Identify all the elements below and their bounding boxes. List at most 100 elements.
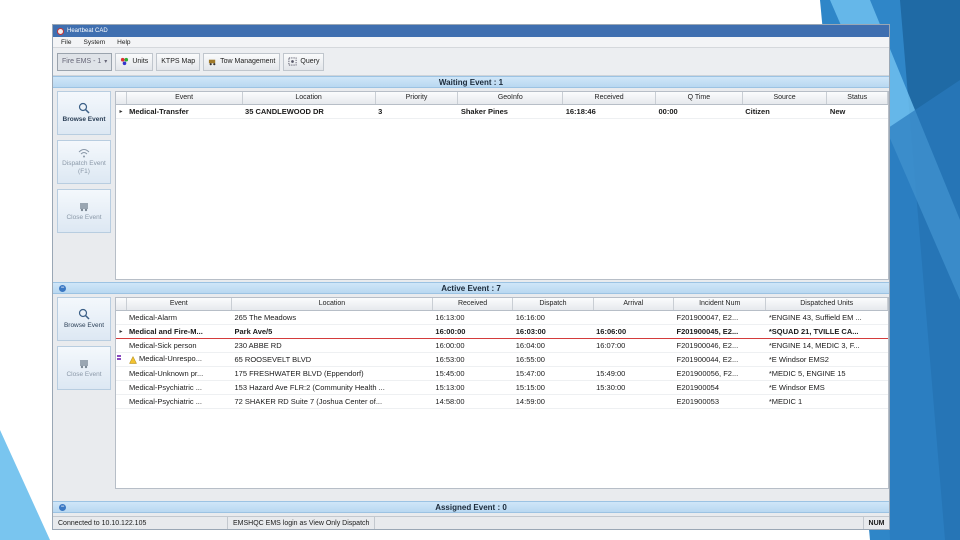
cad-window: Heartbeat CAD File System Help Fire EMS … [52, 24, 890, 530]
waiting-event-panel: Browse Event Dispatch Event (F1) Close E… [53, 88, 889, 280]
cell-status: New [826, 104, 888, 119]
col-priority[interactable]: Priority [375, 92, 459, 105]
browse-event-label: Browse Event [62, 116, 106, 123]
cell-received: 15:45:00 [432, 366, 513, 381]
active-close-event-button[interactable]: Close Event [57, 346, 111, 390]
cell-received: 16:18:46 [562, 104, 656, 119]
chevron-down-icon: ▾ [104, 59, 108, 65]
tow-management-label: Tow Management [220, 58, 276, 65]
cell-location: 230 ABBE RD [231, 338, 433, 353]
cell-event: Medical and Fire-M... [126, 323, 232, 339]
title-bar: Heartbeat CAD [53, 25, 889, 37]
menu-help[interactable]: Help [117, 39, 130, 46]
cell-arrival: 16:06:00 [593, 323, 674, 339]
map-button[interactable]: KTPS Map [156, 52, 201, 71]
dispatch-event-button[interactable]: Dispatch Event (F1) [57, 140, 111, 184]
table-row[interactable]: Medical-Psychiatric ... 153 Hazard Ave F… [116, 380, 888, 395]
units-icon [121, 57, 129, 66]
waiting-event-table: Event Location Priority GeoInfo Received… [115, 91, 889, 280]
cell-received: 16:53:00 [432, 352, 513, 367]
active-event-table: Event Location Received Dispatch Arrival… [115, 297, 889, 489]
table-row[interactable]: Medical-Alarm 265 The Meadows 16:13:00 1… [116, 310, 888, 325]
cell-units: *ENGINE 43, Suffield EM ... [765, 310, 888, 325]
cell-incident: E201900054 [673, 380, 766, 395]
query-button[interactable]: Query [283, 52, 325, 71]
cell-units: *E Windsor EMS [765, 380, 888, 395]
col-location[interactable]: Location [231, 298, 433, 311]
col-dispatched-units[interactable]: Dispatched Units [765, 298, 888, 311]
browse-event-button[interactable]: Browse Event [57, 91, 111, 135]
active-side-buttons: Browse Event Close Event [53, 294, 115, 489]
cell-arrival: 15:30:00 [593, 380, 674, 395]
cell-units: *E Windsor EMS2 [765, 352, 888, 367]
menu-system[interactable]: System [83, 39, 105, 46]
cell-dispatch: 15:47:00 [512, 366, 594, 381]
cell-dispatch: 15:15:00 [512, 380, 594, 395]
magnifier-icon [78, 308, 90, 320]
col-qtime[interactable]: Q Time [655, 92, 743, 105]
col-dispatch[interactable]: Dispatch [512, 298, 594, 311]
active-event-header: − Active Event : 7 [53, 282, 889, 294]
active-event-title: Active Event : 7 [441, 283, 501, 293]
tow-truck-icon [209, 59, 216, 66]
app-icon [57, 27, 64, 35]
close-event-label: Close Event [66, 214, 102, 221]
cell-location: 153 Hazard Ave FLR:2 (Community Health .… [231, 380, 433, 395]
cell-event: Medical-Psychiatric ... [126, 394, 232, 409]
col-event[interactable]: Event [126, 92, 243, 105]
cell-units: *ENGINE 14, MEDIC 3, F... [765, 338, 888, 353]
connection-status: Connected to 10.10.122.105 [53, 517, 228, 529]
cell-arrival: 16:07:00 [593, 338, 674, 353]
col-geoinfo[interactable]: GeoInfo [457, 92, 564, 105]
map-label: KTPS Map [161, 58, 196, 65]
table-row[interactable]: Medical-Psychiatric ... 72 SHAKER RD Sui… [116, 394, 888, 409]
col-source[interactable]: Source [742, 92, 828, 105]
close-event-button[interactable]: Close Event [57, 189, 111, 233]
slide: Heartbeat CAD File System Help Fire EMS … [0, 0, 960, 540]
status-bar: Connected to 10.10.122.105 EMSHQC EMS lo… [53, 516, 889, 529]
cell-location: 175 FRESHWATER BLVD (Eppendorf) [231, 366, 433, 381]
cell-geoinfo: Shaker Pines [457, 104, 563, 119]
cell-qtime: 00:00 [655, 104, 743, 119]
units-button[interactable]: Units [115, 52, 154, 71]
cell-received: 14:58:00 [432, 394, 513, 409]
menu-file[interactable]: File [61, 39, 71, 46]
col-status[interactable]: Status [826, 92, 888, 105]
agency-select[interactable]: Fire EMS - 1 ▾ [57, 52, 113, 71]
col-received[interactable]: Received [432, 298, 514, 311]
cell-received: 16:00:00 [432, 338, 513, 353]
active-browse-event-button[interactable]: Browse Event [57, 297, 111, 341]
window-title: Heartbeat CAD [67, 28, 108, 34]
cell-arrival [593, 394, 674, 409]
col-location[interactable]: Location [242, 92, 376, 105]
flag-icon [116, 352, 127, 367]
active-header-row: Event Location Received Dispatch Arrival… [116, 298, 888, 311]
collapse-icon[interactable]: − [59, 504, 66, 511]
assigned-event-header: − Assigned Event : 0 [53, 501, 889, 513]
waiting-header-row: Event Location Priority GeoInfo Received… [116, 92, 888, 105]
cell-source: Citizen [742, 104, 827, 119]
cell-event: Medical-Unknown pr... [126, 366, 232, 381]
waiting-event-header: Waiting Event : 1 [53, 76, 889, 88]
row-pointer-icon: ▸ [116, 323, 127, 339]
cell-location: 72 SHAKER RD Suite 7 (Joshua Center of..… [231, 394, 433, 409]
col-incident-num[interactable]: Incident Num [673, 298, 767, 311]
cell-incident: F201900045, E2... [673, 323, 766, 339]
tow-management-button[interactable]: Tow Management [203, 52, 281, 71]
agency-select-value: Fire EMS - 1 [62, 58, 102, 65]
close-event-icon [80, 203, 88, 212]
table-row[interactable]: Medical-Unknown pr... 175 FRESHWATER BLV… [116, 366, 888, 381]
col-received[interactable]: Received [562, 92, 656, 105]
cell-incident: F201900047, E2... [673, 310, 766, 325]
table-row[interactable]: ▸ Medical-Transfer 35 CANDLEWOOD DR 3 Sh… [116, 104, 888, 119]
table-row[interactable]: Medical-Sick person 230 ABBE RD 16:00:00… [116, 338, 888, 353]
table-row-selected[interactable]: ▸ Medical and Fire-M... Park Ave/5 16:00… [116, 323, 888, 339]
col-event[interactable]: Event [126, 298, 233, 311]
cell-priority: 3 [375, 104, 458, 119]
login-status: EMSHQC EMS login as View Only Dispatch [228, 517, 376, 529]
col-arrival[interactable]: Arrival [593, 298, 674, 311]
cell-arrival [593, 352, 674, 367]
table-row[interactable]: Medical-Unrespo... 65 ROOSEVELT BLVD 16:… [116, 352, 888, 367]
cell-units: *SQUAD 21, TVILLE CA... [765, 323, 888, 339]
collapse-icon[interactable]: − [59, 285, 66, 292]
